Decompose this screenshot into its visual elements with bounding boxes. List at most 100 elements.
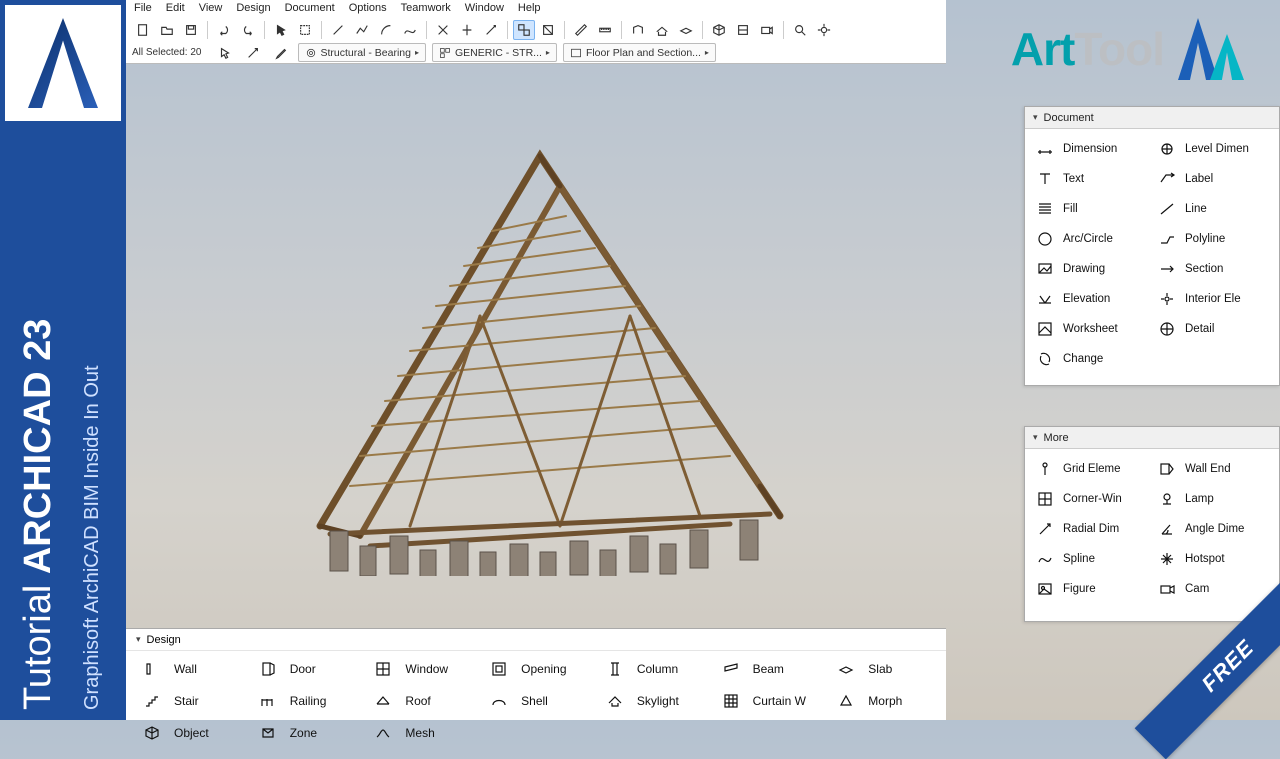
hotspot-tool[interactable]: Hotspot bbox=[1155, 545, 1271, 573]
lamp-icon bbox=[1157, 489, 1177, 509]
measure-button[interactable] bbox=[570, 20, 592, 40]
tool-label: Drawing bbox=[1063, 263, 1105, 275]
document-palette-header[interactable]: Document bbox=[1025, 107, 1279, 129]
3d-view-button[interactable] bbox=[708, 20, 730, 40]
detail-tool[interactable]: Detail bbox=[1155, 315, 1271, 343]
interior-elevation-icon bbox=[1157, 289, 1177, 309]
opening-tool[interactable]: Opening bbox=[481, 653, 591, 685]
save-button[interactable] bbox=[180, 20, 202, 40]
object-tool[interactable]: Object bbox=[134, 717, 244, 749]
menu-view[interactable]: View bbox=[199, 2, 223, 16]
menu-window[interactable]: Window bbox=[465, 2, 504, 16]
split-tool-button[interactable] bbox=[456, 20, 478, 40]
stair-tool[interactable]: Stair bbox=[134, 685, 244, 717]
interior-elevation-tool[interactable]: Interior Ele bbox=[1155, 285, 1271, 313]
angle-dimension-tool[interactable]: Angle Dime bbox=[1155, 515, 1271, 543]
design-toolbox-header[interactable]: Design bbox=[126, 629, 946, 651]
wall-tool[interactable]: Wall bbox=[134, 653, 244, 685]
railing-tool[interactable]: Railing bbox=[250, 685, 360, 717]
door-tool[interactable]: Door bbox=[250, 653, 360, 685]
curtain-wall-tool[interactable]: Curtain W bbox=[713, 685, 823, 717]
spline-tool-button[interactable] bbox=[399, 20, 421, 40]
polyline-tool[interactable]: Polyline bbox=[1155, 225, 1271, 253]
find-select-button[interactable] bbox=[789, 20, 811, 40]
morph-icon bbox=[834, 690, 858, 712]
mesh-tool[interactable]: Mesh bbox=[365, 717, 475, 749]
arrow-tool-button[interactable] bbox=[270, 20, 292, 40]
lamp-tool[interactable]: Lamp bbox=[1155, 485, 1271, 513]
menu-file[interactable]: File bbox=[134, 2, 152, 16]
suspend-groups-button[interactable] bbox=[537, 20, 559, 40]
skylight-tool[interactable]: Skylight bbox=[597, 685, 707, 717]
settings-button[interactable] bbox=[813, 20, 835, 40]
menu-help[interactable]: Help bbox=[518, 2, 541, 16]
change-tool[interactable]: Change bbox=[1033, 345, 1149, 373]
corner-window-tool[interactable]: Corner-Win bbox=[1033, 485, 1149, 513]
tool-label: Corner-Win bbox=[1063, 493, 1122, 505]
zone-tool[interactable]: Zone bbox=[250, 717, 360, 749]
wall-end-tool[interactable]: Wall End bbox=[1155, 455, 1271, 483]
level-dimension-tool[interactable]: Level Dimen bbox=[1155, 135, 1271, 163]
material-selector[interactable]: GENERIC - STR...▸ bbox=[432, 43, 557, 62]
banner-title: Tutorial ARCHICAD 23 bbox=[17, 319, 60, 710]
column-tool[interactable]: Column bbox=[597, 653, 707, 685]
line-tool[interactable]: Line bbox=[1155, 195, 1271, 223]
grid-element-tool[interactable]: Grid Eleme bbox=[1033, 455, 1149, 483]
camera-button[interactable] bbox=[756, 20, 778, 40]
figure-tool[interactable]: Figure bbox=[1033, 575, 1149, 603]
line-tool-button[interactable] bbox=[327, 20, 349, 40]
worksheet-tool[interactable]: Worksheet bbox=[1033, 315, 1149, 343]
menu-teamwork[interactable]: Teamwork bbox=[401, 2, 451, 16]
arc-circle-tool[interactable]: Arc/Circle bbox=[1033, 225, 1149, 253]
shell-tool[interactable]: Shell bbox=[481, 685, 591, 717]
menu-document[interactable]: Document bbox=[285, 2, 335, 16]
slab-tool[interactable]: Slab bbox=[828, 653, 938, 685]
beam-tool[interactable]: Beam bbox=[713, 653, 823, 685]
label-tool[interactable]: Label bbox=[1155, 165, 1271, 193]
adjust-tool-button[interactable] bbox=[480, 20, 502, 40]
tool-label: Zone bbox=[290, 726, 317, 740]
slab-quick-button[interactable] bbox=[675, 20, 697, 40]
camera-tool[interactable]: Cam bbox=[1155, 575, 1271, 603]
tool-label: Worksheet bbox=[1063, 323, 1118, 335]
text-tool[interactable]: Text bbox=[1033, 165, 1149, 193]
open-file-button[interactable] bbox=[156, 20, 178, 40]
polyline-tool-button[interactable] bbox=[351, 20, 373, 40]
info-settings-button[interactable] bbox=[214, 43, 236, 63]
elevation-tool[interactable]: Elevation bbox=[1033, 285, 1149, 313]
menu-options[interactable]: Options bbox=[349, 2, 387, 16]
tool-label: Opening bbox=[521, 662, 566, 676]
drawing-tool[interactable]: Drawing bbox=[1033, 255, 1149, 283]
radial-dimension-tool[interactable]: Radial Dim bbox=[1033, 515, 1149, 543]
opening-icon bbox=[487, 658, 511, 680]
section-view-button[interactable] bbox=[732, 20, 754, 40]
wall-quick-button[interactable] bbox=[627, 20, 649, 40]
menu-edit[interactable]: Edit bbox=[166, 2, 185, 16]
more-palette-header[interactable]: More bbox=[1025, 427, 1279, 449]
tool-label: Elevation bbox=[1063, 293, 1110, 305]
viewset-selector[interactable]: Floor Plan and Section...▸ bbox=[563, 43, 716, 62]
eyedropper-button[interactable] bbox=[270, 43, 292, 63]
3d-viewport[interactable] bbox=[190, 66, 890, 626]
redo-button[interactable] bbox=[237, 20, 259, 40]
window-tool[interactable]: Window bbox=[365, 653, 475, 685]
spline-tool[interactable]: Spline bbox=[1033, 545, 1149, 573]
group-toggle-button[interactable] bbox=[513, 20, 535, 40]
layer-selector[interactable]: Structural - Bearing▸ bbox=[298, 43, 426, 62]
roof-tool[interactable]: Roof bbox=[365, 685, 475, 717]
dimension-tool[interactable]: Dimension bbox=[1033, 135, 1149, 163]
menu-design[interactable]: Design bbox=[236, 2, 270, 16]
fill-tool[interactable]: Fill bbox=[1033, 195, 1149, 223]
ruler-button[interactable] bbox=[594, 20, 616, 40]
pick-button[interactable] bbox=[242, 43, 264, 63]
roof-quick-button[interactable] bbox=[651, 20, 673, 40]
change-icon bbox=[1035, 349, 1055, 369]
trim-tool-button[interactable] bbox=[432, 20, 454, 40]
new-file-button[interactable] bbox=[132, 20, 154, 40]
section-tool[interactable]: Section bbox=[1155, 255, 1271, 283]
marquee-tool-button[interactable] bbox=[294, 20, 316, 40]
morph-tool[interactable]: Morph bbox=[828, 685, 938, 717]
arc-tool-button[interactable] bbox=[375, 20, 397, 40]
dimension-icon bbox=[1035, 139, 1055, 159]
undo-button[interactable] bbox=[213, 20, 235, 40]
